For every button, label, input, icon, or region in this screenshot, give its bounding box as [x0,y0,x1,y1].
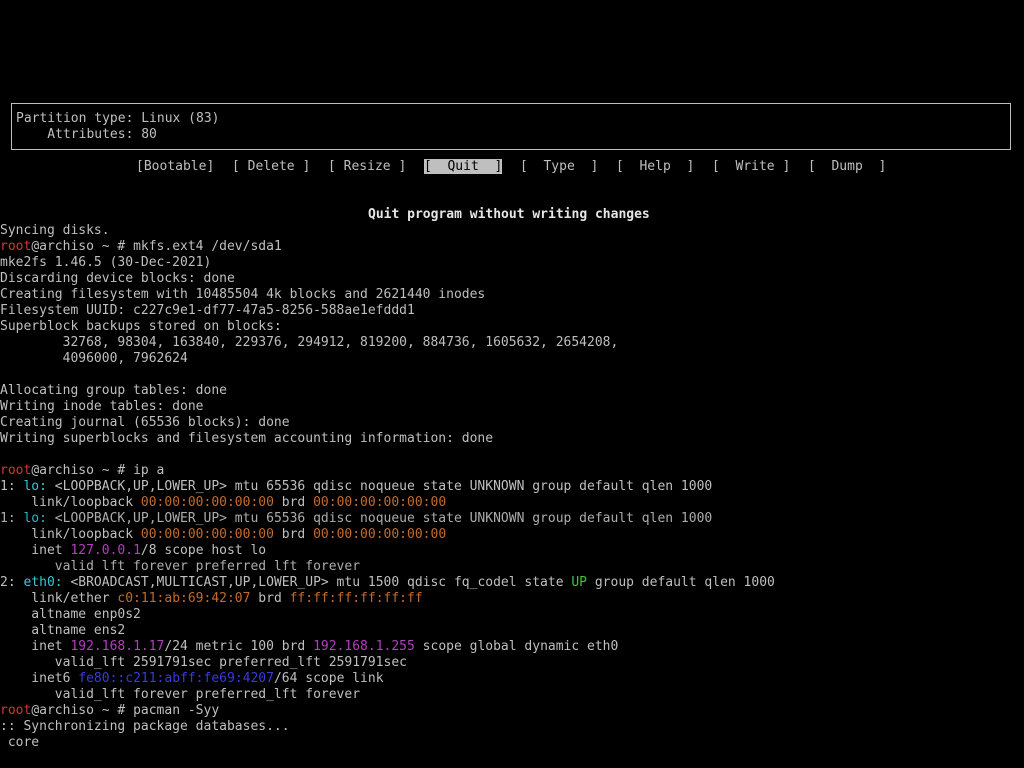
partition-info-box: Partition type: Linux (83) Attributes: 8… [11,103,1011,150]
interface-name: lo: [23,511,47,526]
interface-line: 1: lo: <LOOPBACK,UP,LOWER_UP> mtu 65536 … [0,511,1024,527]
terminal-line: :: Synchronizing package databases... [0,719,290,734]
terminal-line: Discarding device blocks: done [0,271,235,286]
link-line: link/loopback 00:00:00:00:00:00 brd 00:0… [0,495,1024,511]
prompt-line: root@archiso ~ # pacman -Syy [0,703,1024,719]
broadcast-mac: 00:00:00:00:00:00 [313,495,447,510]
resize-button[interactable]: [ Resize ] [328,159,406,175]
terminal-line: altname enp0s2 [0,607,141,622]
prompt-line: root@archiso ~ # ip a [0,463,1024,479]
terminal-line: Allocating group tables: done [0,383,227,398]
mac-address: c0:11:ab:69:42:07 [117,591,251,606]
interface-flags: <BROADCAST,MULTICAST,UP,LOWER_UP> mtu 15… [62,575,572,590]
terminal-line: core [0,735,40,750]
link-line: link/ether c0:11:ab:69:42:07 brd ff:ff:f… [0,591,1024,607]
quit-button[interactable]: [ Quit ] [424,159,503,175]
terminal-line: 4096000, 7962624 [0,351,188,366]
broadcast-mac: 00:00:00:00:00:00 [313,527,447,542]
partition-attributes-text: Attributes: 80 [16,127,157,142]
interface-index: 1: [0,479,24,494]
delete-button[interactable]: [ Delete ] [232,159,310,175]
ipv6-address: fe80::c211:abff:fe69:4207 [78,671,274,686]
prompt-user: root [0,239,32,254]
link-type: link/loopback [0,495,141,510]
link-type: link/ether [0,591,118,606]
mac-address: 00:00:00:00:00:00 [140,527,274,542]
brd-label: brd [273,495,314,510]
terminal-line: Creating filesystem with 10485504 4k blo… [0,287,486,302]
terminal-line: valid_lft forever preferred_lft forever [0,687,361,702]
inet6-label: inet6 [0,671,79,686]
interface-line: 1: lo: <LOOPBACK,UP,LOWER_UP> mtu 65536 … [0,479,1024,495]
ip-address: 127.0.0.1 [70,543,141,558]
terminal-line: Writing inode tables: done [0,399,204,414]
terminal-line: valid_lft forever preferred_lft forever [0,559,361,572]
interface-flags-tail: group default qlen 1000 [587,575,775,590]
terminal-line: Filesystem UUID: c227c9e1-df77-47a5-8256… [0,303,415,318]
prompt-host: @archiso ~ # [31,463,134,478]
broadcast-ip: 192.168.1.255 [313,639,415,654]
inet-line: inet 127.0.0.1/8 scope host lo [0,543,1024,559]
inet-label: inet [0,639,71,654]
mac-address: 00:00:00:00:00:00 [140,495,274,510]
link-type: link/loopback [0,527,141,542]
command-text: pacman -Syy [133,703,220,718]
terminal-line: Superblock backups stored on blocks: [0,319,282,334]
prompt-host: @archiso ~ # [31,239,134,254]
terminal-line: Syncing disks. [0,223,110,238]
command-text: ip a [133,463,165,478]
interface-flags: <LOOPBACK,UP,LOWER_UP> mtu 65536 qdisc n… [46,511,713,526]
interface-index: 1: [0,511,24,526]
quit-button-label: [ Quit ] [424,159,503,174]
inet-line: inet 192.168.1.17/24 metric 100 brd 192.… [0,639,1024,655]
command-text: mkfs.ext4 /dev/sda1 [133,239,282,254]
inet-scope: /8 scope host lo [140,543,267,558]
link-line: link/loopback 00:00:00:00:00:00 brd 00:0… [0,527,1024,543]
type-button[interactable]: [ Type ] [520,159,598,175]
prompt-line: root@archiso ~ # mkfs.ext4 /dev/sda1 [0,239,1024,255]
help-button[interactable]: [ Help ] [616,159,694,175]
interface-line: 2: eth0: <BROADCAST,MULTICAST,UP,LOWER_U… [0,575,1024,591]
interface-flags: <LOOPBACK,UP,LOWER_UP> mtu 65536 qdisc n… [46,479,713,494]
partition-type-text: Partition type: Linux (83) [16,111,220,126]
interface-name: eth0: [23,575,63,590]
prompt-user: root [0,703,32,718]
inet6-line: inet6 fe80::c211:abff:fe69:4207/64 scope… [0,671,1024,687]
inet-label: inet [0,543,71,558]
menu-help-text: Quit program without writing changes [368,207,650,222]
write-button[interactable]: [ Write ] [712,159,790,175]
brd-label: brd [273,527,314,542]
prompt-host: @archiso ~ # [31,703,134,718]
inet-metric: /24 metric 100 brd [164,639,314,654]
terminal-line: 32768, 98304, 163840, 229376, 294912, 81… [0,335,619,350]
broadcast-mac: ff:ff:ff:ff:ff:ff [289,591,423,606]
terminal-output: Syncing disks. root@archiso ~ # mkfs.ext… [0,223,1024,751]
terminal-line: altname ens2 [0,623,126,638]
terminal-line: Creating journal (65536 blocks): done [0,415,290,430]
inet-scope: scope global dynamic eth0 [414,639,619,654]
interface-state: UP [571,575,588,590]
terminal-line: Writing superblocks and filesystem accou… [0,431,494,446]
terminal-line: mke2fs 1.46.5 (30-Dec-2021) [0,255,212,270]
prompt-user: root [0,463,32,478]
inet6-scope: /64 scope link [273,671,384,686]
bootable-button[interactable]: [Bootable] [136,159,214,175]
dump-button[interactable]: [ Dump ] [808,159,886,175]
brd-label: brd [250,591,290,606]
terminal-line: valid_lft 2591791sec preferred_lft 25917… [0,655,407,670]
ip-address: 192.168.1.17 [70,639,165,654]
interface-name: lo: [23,479,47,494]
interface-index: 2: [0,575,24,590]
